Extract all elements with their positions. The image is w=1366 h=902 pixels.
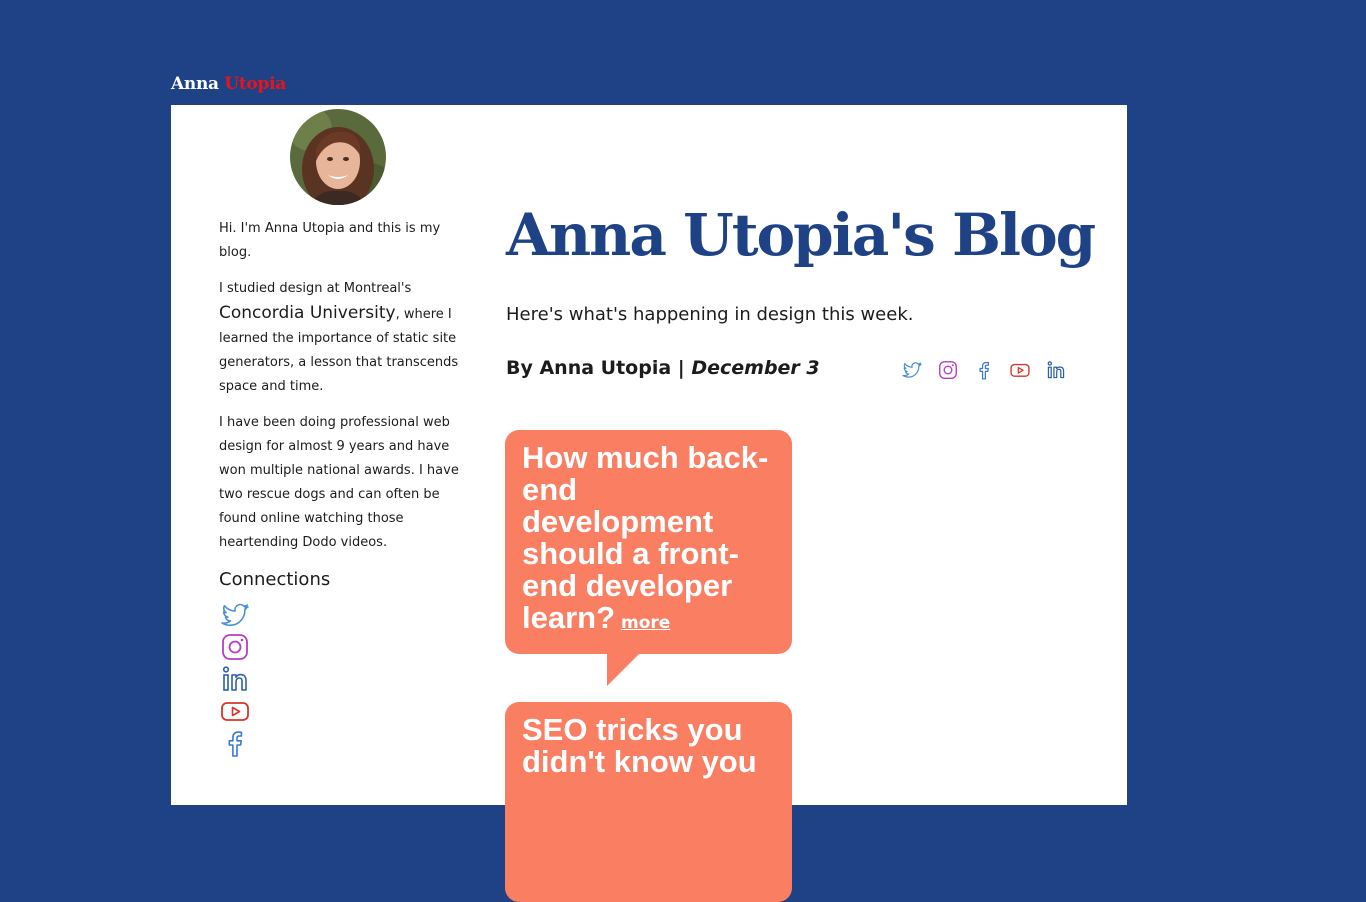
facebook-icon[interactable]	[219, 727, 251, 759]
connections-list	[219, 599, 253, 759]
connections-title: Connections	[219, 569, 331, 590]
blog-title: Anna Utopia's Blog	[506, 201, 1096, 269]
post-title: How much back-end development should a f…	[522, 440, 769, 635]
linkedin-icon[interactable]	[219, 663, 251, 695]
instagram-icon[interactable]	[937, 359, 959, 381]
twitter-icon[interactable]	[901, 359, 923, 381]
bio-intro: Hi. I'm Anna Utopia and this is my blog.	[219, 221, 441, 260]
youtube-icon[interactable]	[1009, 359, 1031, 381]
site-logo[interactable]: Anna Utopia	[171, 74, 286, 94]
byline: By Anna Utopia | December 3	[506, 357, 820, 379]
avatar	[290, 109, 386, 205]
facebook-icon[interactable]	[973, 359, 995, 381]
bio-experience: I have been doing professional web desig…	[219, 415, 459, 550]
post-title: SEO tricks you didn't know you	[522, 712, 757, 779]
instagram-icon[interactable]	[219, 631, 251, 663]
bio-study: I studied design at Montreal's Concordia …	[219, 277, 461, 399]
content-card: Hi. I'm Anna Utopia and this is my blog.…	[171, 105, 1127, 902]
logo-second-word: Utopia	[224, 74, 286, 94]
post-card[interactable]: SEO tricks you didn't know you	[505, 702, 792, 902]
byline-date: December 3	[691, 357, 820, 379]
more-link[interactable]: more	[621, 613, 670, 633]
share-icons	[901, 359, 1067, 381]
post-card[interactable]: How much back-end development should a f…	[505, 430, 792, 686]
bio-university: Concordia University	[219, 303, 396, 323]
bio-study-before: I studied design at Montreal's	[219, 281, 412, 296]
logo-first-word: Anna	[171, 74, 219, 94]
linkedin-icon[interactable]	[1045, 359, 1067, 381]
youtube-icon[interactable]	[219, 695, 251, 727]
twitter-icon[interactable]	[219, 599, 251, 631]
sidebar-bio: Hi. I'm Anna Utopia and this is my blog.…	[219, 217, 461, 759]
byline-author: By Anna Utopia |	[506, 357, 692, 379]
blog-subtitle: Here's what's happening in design this w…	[506, 304, 914, 325]
